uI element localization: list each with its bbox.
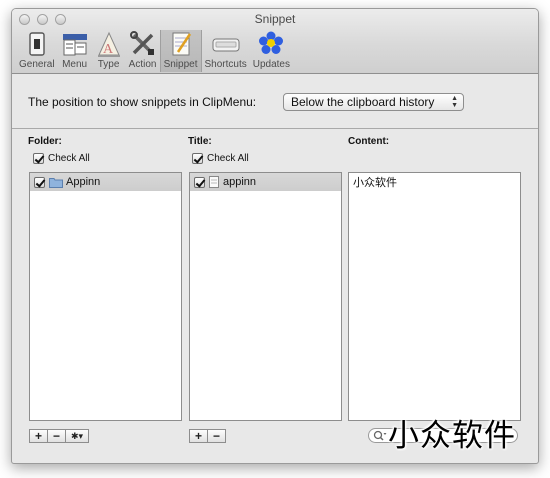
folder-icon: [49, 177, 63, 188]
notepad-icon: [172, 32, 191, 56]
title-row-label: appinn: [223, 176, 257, 188]
title-check-all[interactable]: Check All: [192, 153, 249, 164]
watermark-text: 小众软件: [388, 418, 516, 454]
tools-icon: [129, 31, 154, 55]
menu-icon: [62, 34, 87, 56]
tab-snippet-label: Snippet: [163, 59, 198, 70]
tab-general-label: General: [19, 59, 55, 70]
title-check-all-checkbox[interactable]: [192, 153, 203, 164]
title-buttons: + −: [189, 429, 226, 443]
folder-buttons: + − ✱▾: [29, 429, 89, 443]
preferences-window: Snippet General Menu A Type Action Snipp…: [11, 8, 539, 464]
title-row-checkbox[interactable]: [194, 176, 205, 188]
titlebar: Snippet General Menu A Type Action Snipp…: [12, 9, 538, 74]
tab-updates-label: Updates: [252, 59, 290, 70]
tab-updates[interactable]: Updates: [250, 30, 293, 72]
type-icon: A: [97, 31, 120, 57]
preferences-toolbar: General Menu A Type Action Snippet Short…: [16, 30, 293, 72]
window-title: Snippet: [254, 12, 296, 26]
document-icon: [209, 176, 219, 188]
svg-text:A: A: [103, 42, 114, 57]
tab-shortcuts-label: Shortcuts: [204, 59, 247, 70]
title-row[interactable]: appinn: [190, 173, 341, 191]
tab-shortcuts[interactable]: Shortcuts: [202, 30, 250, 72]
folder-list[interactable]: Appinn: [29, 172, 182, 421]
tab-action-label: Action: [128, 59, 157, 70]
title-list[interactable]: appinn: [189, 172, 342, 421]
position-label: The position to show snippets in ClipMen…: [28, 95, 257, 109]
add-folder-button[interactable]: +: [29, 429, 48, 443]
tab-action[interactable]: Action: [126, 30, 160, 72]
remove-snippet-button[interactable]: −: [207, 429, 226, 443]
tab-type[interactable]: A Type: [92, 30, 126, 72]
popup-arrows-icon: ▲ ▼: [451, 95, 458, 109]
tab-menu[interactable]: Menu: [58, 30, 92, 72]
title-header: Title:: [188, 136, 212, 147]
folder-check-all-checkbox[interactable]: [33, 153, 44, 164]
folder-row-checkbox[interactable]: [34, 176, 45, 188]
folder-row[interactable]: Appinn: [30, 173, 181, 191]
tab-snippet[interactable]: Snippet: [159, 30, 202, 72]
folder-gear-button[interactable]: ✱▾: [65, 429, 89, 443]
content-header: Content:: [348, 136, 390, 147]
tab-type-label: Type: [97, 59, 120, 70]
position-popup[interactable]: Below the clipboard history ▲ ▼: [283, 93, 464, 111]
folder-row-label: Appinn: [66, 176, 101, 188]
folder-check-all[interactable]: Check All: [33, 153, 90, 164]
title-check-all-label: Check All: [207, 153, 249, 164]
position-setting: The position to show snippets in ClipMen…: [12, 73, 538, 128]
divider: [12, 128, 538, 129]
folder-header: Folder:: [28, 136, 62, 147]
content-text: 小众软件: [353, 177, 397, 189]
updates-icon: [259, 31, 284, 54]
folder-check-all-label: Check All: [48, 153, 90, 164]
keyboard-icon: [212, 38, 240, 52]
remove-folder-button[interactable]: −: [47, 429, 66, 443]
search-icon: [373, 430, 387, 441]
tab-menu-label: Menu: [62, 59, 88, 70]
switch-icon: [29, 32, 45, 56]
content-editor[interactable]: 小众软件: [348, 172, 521, 421]
tab-general[interactable]: General: [16, 30, 58, 72]
position-popup-value: Below the clipboard history: [291, 95, 435, 109]
add-snippet-button[interactable]: +: [189, 429, 208, 443]
